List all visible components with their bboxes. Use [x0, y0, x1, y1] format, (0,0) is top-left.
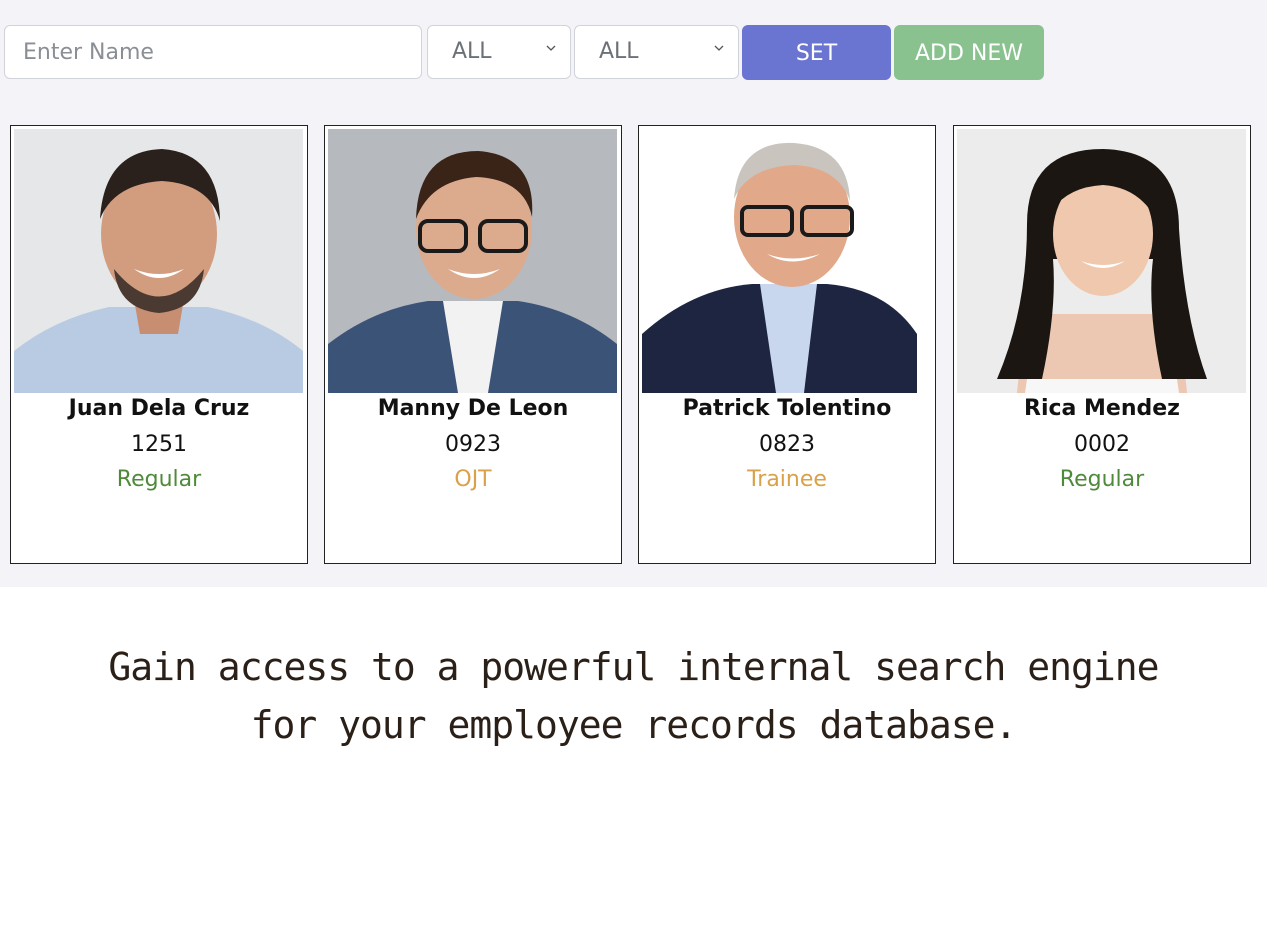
employee-card[interactable]: Patrick Tolentino 0823 Trainee — [638, 125, 936, 564]
chevron-down-icon — [714, 45, 724, 51]
employee-photo — [328, 129, 617, 393]
employee-name: Juan Dela Cruz — [68, 396, 250, 421]
tagline-line-2: for your employee records database. — [250, 703, 1018, 747]
employee-id: 0923 — [445, 432, 501, 457]
add-new-button[interactable]: ADD NEW — [894, 25, 1044, 80]
employee-status: Trainee — [747, 467, 827, 492]
employee-status: Regular — [116, 467, 202, 492]
employee-id: 0002 — [1074, 432, 1130, 457]
employee-id: 1251 — [131, 432, 187, 457]
employee-id: 0823 — [759, 432, 815, 457]
employee-photo — [14, 129, 303, 393]
filter-select-1[interactable]: ALL — [427, 25, 571, 79]
set-button[interactable]: SET — [742, 25, 891, 80]
name-search-input[interactable] — [4, 25, 422, 79]
employee-status: Regular — [1059, 467, 1145, 492]
employee-card[interactable]: Rica Mendez 0002 Regular — [953, 125, 1251, 564]
employee-status: OJT — [454, 467, 492, 492]
filter-select-2-value: ALL — [599, 39, 639, 64]
employee-photo — [957, 129, 1246, 393]
employee-photo — [642, 129, 931, 393]
employee-name: Patrick Tolentino — [682, 396, 892, 421]
filter-select-1-value: ALL — [452, 39, 492, 64]
marketing-tagline: Gain access to a powerful internal searc… — [0, 638, 1267, 754]
employee-name: Rica Mendez — [1024, 396, 1180, 421]
filter-select-2[interactable]: ALL — [574, 25, 739, 79]
employee-directory-panel: ALL ALL SET ADD NEW Juan — [0, 0, 1267, 587]
employee-name: Manny De Leon — [377, 396, 569, 421]
chevron-down-icon — [546, 45, 556, 51]
employee-card[interactable]: Juan Dela Cruz 1251 Regular — [10, 125, 308, 564]
employee-card[interactable]: Manny De Leon 0923 OJT — [324, 125, 622, 564]
tagline-line-1: Gain access to a powerful internal searc… — [108, 645, 1159, 689]
